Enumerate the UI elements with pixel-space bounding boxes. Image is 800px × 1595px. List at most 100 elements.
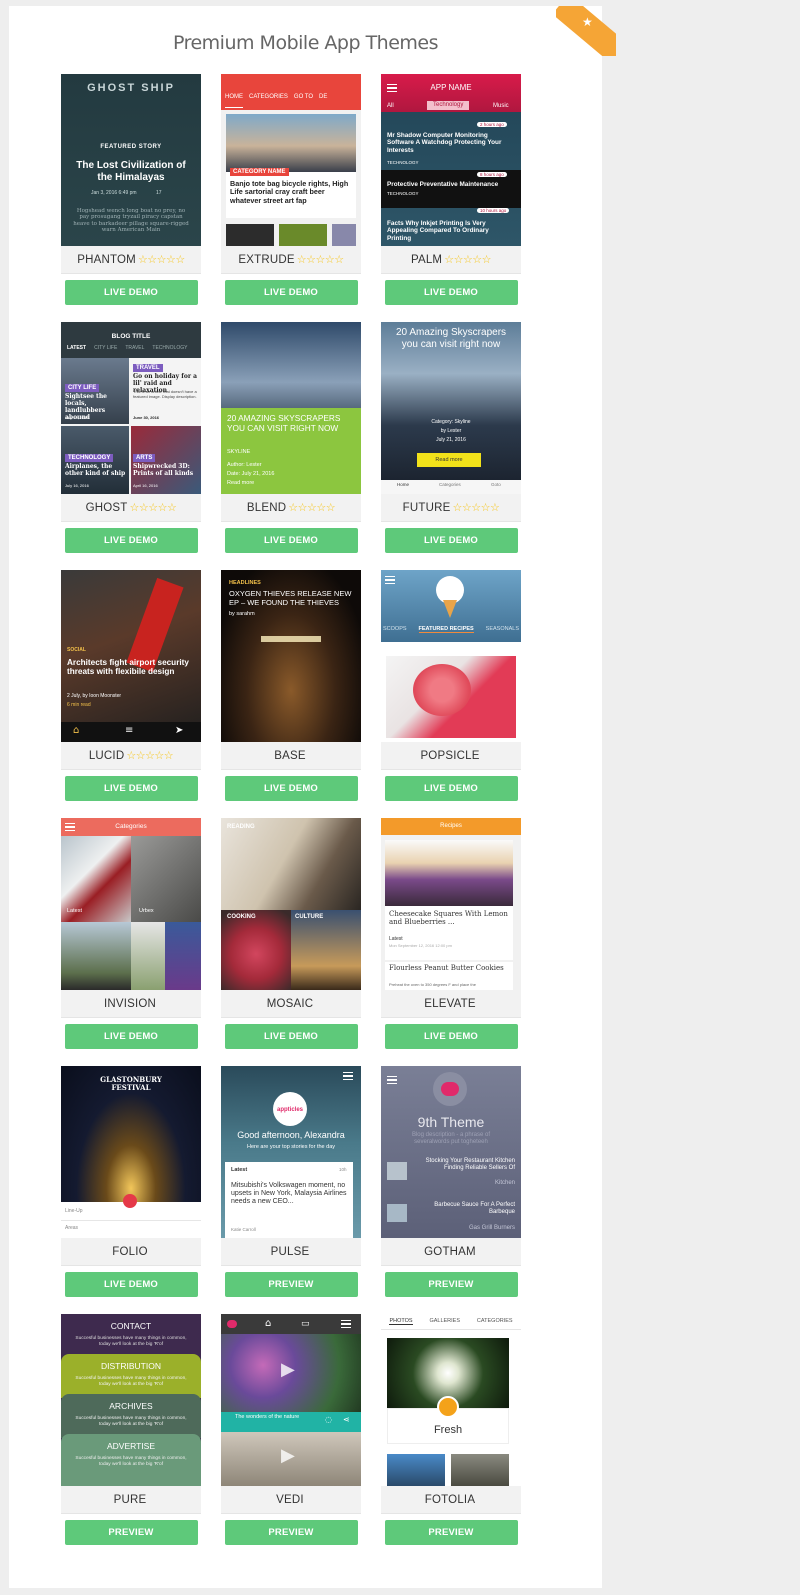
category-label: READING [227,824,255,830]
theme-card-palm: APP NAME All Technology Music 2 hours ag… [381,74,521,305]
category-label: Urbex [139,908,154,914]
chevron-down-icon[interactable] [123,1194,137,1208]
tab-city-life: CITY LIFE [94,345,118,351]
theme-name: FOLIO [61,1238,201,1266]
theme-screenshot[interactable]: BLOG TITLE LATEST CITY LIFE TRAVEL TECHN… [61,322,201,494]
post-date: April 16, 2016 [133,483,158,488]
festival-logo: GLASTONBURY FESTIVAL [100,1075,162,1093]
tab-home: HOME [225,94,243,108]
theme-screenshot[interactable]: PHOTOS GALLERIES CATEGORIES Fresh [381,1314,521,1486]
video-icon[interactable]: ▭ [301,1319,310,1329]
tab-latest: LATEST [67,345,87,351]
preview-button[interactable]: PREVIEW [384,1520,518,1545]
headline: 20 AMAZING SKYSCRAPERS YOU CAN VISIT RIG… [227,413,341,433]
tab-featured-recipes: FEATURED RECIPES [418,626,474,634]
theme-screenshot[interactable]: CONTACT Succesful businesses have many t… [61,1314,201,1486]
theme-name: MOSAIC [221,990,361,1018]
menu-icon[interactable] [343,1072,353,1080]
preview-button[interactable]: PREVIEW [64,1520,198,1545]
app-logo-icon [441,1082,459,1096]
menu-icon[interactable] [341,1320,351,1328]
theme-card-popsicle: SCOOPS FEATURED RECIPES SEASONALS POPSIC… [381,570,521,801]
theme-grid: GHOST SHIP FEATURED STORY The Lost Civil… [61,74,531,1554]
preview-button[interactable]: PREVIEW [384,1272,518,1297]
theme-screenshot[interactable]: GHOST SHIP FEATURED STORY The Lost Civil… [61,74,201,246]
theme-screenshot[interactable]: ⌂ ▭ ▶ The wonders of the nature ◌ ⋖ ▶ [221,1314,361,1486]
theme-screenshot[interactable]: APP NAME All Technology Music 2 hours ag… [381,74,521,246]
theme-name: FUTURE ☆☆☆☆☆ [381,494,521,522]
rating-stars: ☆☆☆☆☆ [137,253,185,266]
blog-title: BLOG TITLE [111,333,151,340]
rating-stars: ☆☆☆☆☆ [129,501,177,514]
live-demo-button[interactable]: LIVE DEMO [64,1272,198,1297]
theme-screenshot[interactable]: 9th Theme Blog description - a phrase of… [381,1066,521,1238]
navigate-icon[interactable]: ➤ [175,725,183,737]
article-title: Mr Shadow Computer Monitoring Software A… [387,132,502,154]
greeting: Good afternoon, Alexandra [237,1130,345,1140]
play-icon[interactable]: ▶ [281,1445,295,1467]
live-demo-button[interactable]: LIVE DEMO [64,1024,198,1049]
share-icon[interactable]: ⋖ [343,1415,350,1424]
post-date: June 30, 2016 [133,415,160,420]
live-demo-button[interactable]: LIVE DEMO [384,1024,518,1049]
preview-button[interactable]: PREVIEW [224,1272,358,1297]
live-demo-button[interactable]: LIVE DEMO [224,1024,358,1049]
header-title: Recipes [440,823,462,829]
live-demo-button[interactable]: LIVE DEMO [224,280,358,305]
comment-icon[interactable]: ◌ [325,1415,332,1424]
theme-screenshot[interactable]: Recipes Cheesecake Squares With Lemon an… [381,818,521,990]
live-demo-button[interactable]: LIVE DEMO [384,280,518,305]
timestamp: 10h [339,1167,347,1172]
theme-screenshot[interactable]: SOCIAL Architects fight airport security… [61,570,201,742]
theme-card-future: 20 Amazing Skyscrapers you can visit rig… [381,322,521,553]
headline: Mitsubishi's Volkswagen moment, no upset… [231,1182,347,1206]
tab-technology: TECHNOLOGY [152,345,188,351]
nav-home: Home [397,482,410,487]
live-demo-button[interactable]: LIVE DEMO [64,776,198,801]
home-icon[interactable]: ⌂ [265,1318,271,1330]
section-title: DISTRIBUTION [101,1361,161,1371]
theme-screenshot[interactable]: 20 AMAZING SKYSCRAPERS YOU CAN VISIT RIG… [221,322,361,494]
theme-name: FOTOLIA [381,1486,521,1514]
menu-icon[interactable]: ≡ [125,725,133,737]
headline: OXYGEN THIEVES RELEASE NEW EP – WE FOUND… [229,589,352,607]
theme-screenshot[interactable]: READING COOKING CULTURE [221,818,361,990]
tab-more: DE [319,94,328,100]
theme-screenshot[interactable]: HEADLINES OXYGEN THIEVES RELEASE NEW EP … [221,570,361,742]
tab-technology: Technology [427,101,470,110]
category-label: COOKING [227,914,256,920]
theme-card-pulse: appticles Good afternoon, Alexandra Here… [221,1066,361,1297]
live-demo-button[interactable]: LIVE DEMO [64,280,198,305]
theme-screenshot[interactable]: 20 Amazing Skyscrapers you can visit rig… [381,322,521,494]
theme-screenshot[interactable]: SCOOPS FEATURED RECIPES SEASONALS [381,570,521,742]
theme-card-base: HEADLINES OXYGEN THIEVES RELEASE NEW EP … [221,570,361,801]
author: by Lester [440,428,462,434]
live-demo-button[interactable]: LIVE DEMO [384,528,518,553]
article-category: TECHNOLOGY [387,191,419,196]
theme-screenshot[interactable]: HOME CATEGORIES GO TO DE CATEGORY NAME B… [221,74,361,246]
play-icon[interactable]: ▶ [281,1359,295,1381]
comments-count: 17 [156,190,162,196]
theme-screenshot[interactable]: Categories Latest Urbex [61,818,201,990]
home-icon[interactable]: ⌂ [73,725,79,737]
section-title: ARCHIVES [109,1401,153,1411]
theme-screenshot[interactable]: appticles Good afternoon, Alexandra Here… [221,1066,361,1238]
live-demo-button[interactable]: LIVE DEMO [224,528,358,553]
theme-name: GOTHAM [381,1238,521,1266]
live-demo-button[interactable]: LIVE DEMO [224,776,358,801]
live-demo-button[interactable]: LIVE DEMO [64,528,198,553]
article-title: Protective Preventative Maintenance [387,181,499,188]
theme-card-phantom: GHOST SHIP FEATURED STORY The Lost Civil… [61,74,201,305]
category: Category: Skyline [431,419,471,425]
menu-icon[interactable] [387,1076,397,1084]
date: July 21, 2016 [436,437,466,443]
theme-screenshot[interactable]: GLASTONBURY FESTIVAL Line-Up Areas [61,1066,201,1238]
preview-button[interactable]: PREVIEW [224,1520,358,1545]
section-title: CONTACT [110,1321,152,1331]
post-date: July 14, 2016 [65,415,89,420]
tab-categories: CATEGORIES [476,1318,513,1325]
menu-icon[interactable] [385,576,395,584]
live-demo-button[interactable]: LIVE DEMO [384,776,518,801]
post-title: Stocking Your Restaurant Kitchen Finding… [425,1158,515,1171]
article-category: TECHNOLOGY [387,160,419,165]
